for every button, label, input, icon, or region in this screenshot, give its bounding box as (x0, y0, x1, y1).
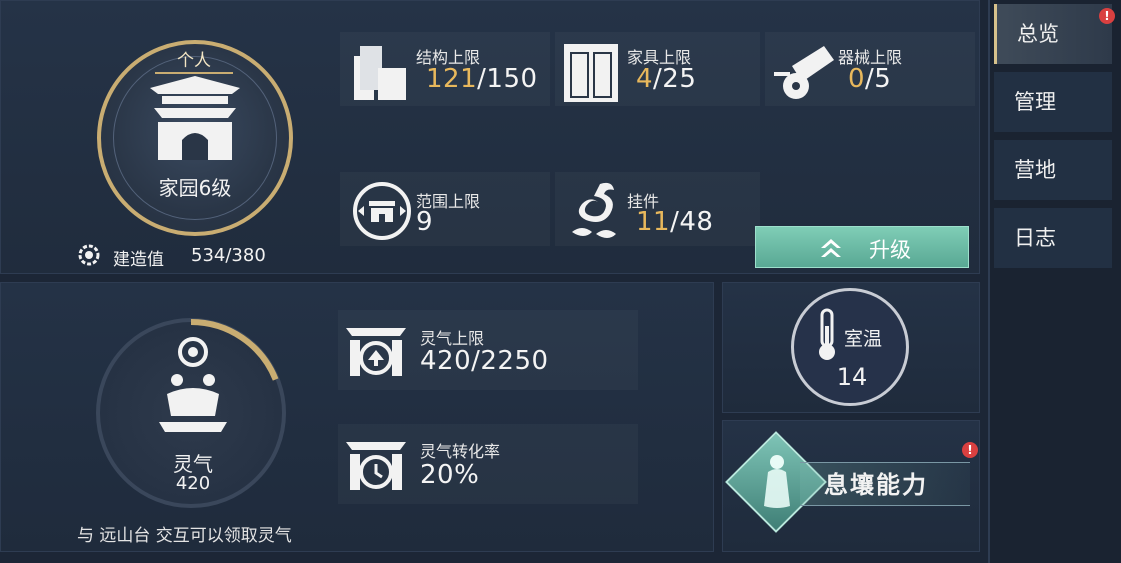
home-type-tag: 个人 (155, 48, 233, 74)
structure-limit-value: 121/150 (426, 64, 538, 94)
machinery-max: /5 (865, 64, 892, 94)
upgrade-button-label: 升级 (869, 238, 911, 262)
range-limit-value: 9 (416, 207, 434, 237)
tab-manage[interactable]: 管理 (994, 72, 1112, 132)
spirit-figure-icon (764, 455, 790, 508)
furniture-limit-value: 4/25 (636, 64, 696, 94)
lingqi-rate-value: 20% (420, 460, 480, 490)
pavilion-icon (150, 76, 240, 160)
pendant-max: /48 (670, 207, 714, 237)
temperature-value: 14 (836, 363, 868, 391)
tab-overview[interactable]: 总览 (994, 4, 1112, 64)
gear-build-icon (78, 244, 100, 266)
double-chevron-up-icon (821, 239, 841, 257)
tab-log[interactable]: 日志 (994, 208, 1112, 268)
build-value: 534/380 (191, 245, 266, 266)
dragon-pendant-icon (572, 182, 616, 238)
ability-label[interactable]: 息壤能力 (800, 462, 970, 506)
altar-icon (159, 337, 227, 432)
upgrade-button[interactable]: 升级 (755, 226, 969, 268)
gate-clock-icon (346, 442, 406, 490)
lingqi-hint: 与 远山台 交互可以领取灵气 (77, 526, 292, 546)
wardrobe-icon (564, 44, 618, 102)
ability-alert-icon: ! (962, 442, 978, 458)
gate-arrow-up-icon (346, 328, 406, 376)
tab-camp[interactable]: 营地 (994, 140, 1112, 200)
machinery-limit-value: 0/5 (848, 64, 891, 94)
cannon-icon (774, 46, 834, 99)
furniture-max: /25 (653, 64, 697, 94)
lingqi-value: 420 (175, 473, 211, 494)
furniture-current: 4 (636, 64, 654, 94)
pendant-current: 11 (636, 207, 671, 237)
machinery-current: 0 (848, 64, 866, 94)
thermometer-icon (819, 308, 835, 360)
structure-max: /150 (477, 64, 538, 94)
structure-current: 121 (426, 64, 478, 94)
pendant-limit-value: 11/48 (636, 207, 713, 237)
lingqi-rate-label: 灵气转化率 (420, 442, 501, 461)
home-level-label: 家园6级 (158, 176, 232, 200)
temperature-label: 室温 (844, 328, 883, 350)
lingqi-cap-value: 420/2250 (420, 346, 549, 376)
building-blocks-icon (354, 46, 406, 100)
build-value-label: 建造值 (113, 250, 164, 270)
range-gate-icon (353, 182, 411, 240)
overview-alert-icon: ! (1099, 8, 1115, 24)
